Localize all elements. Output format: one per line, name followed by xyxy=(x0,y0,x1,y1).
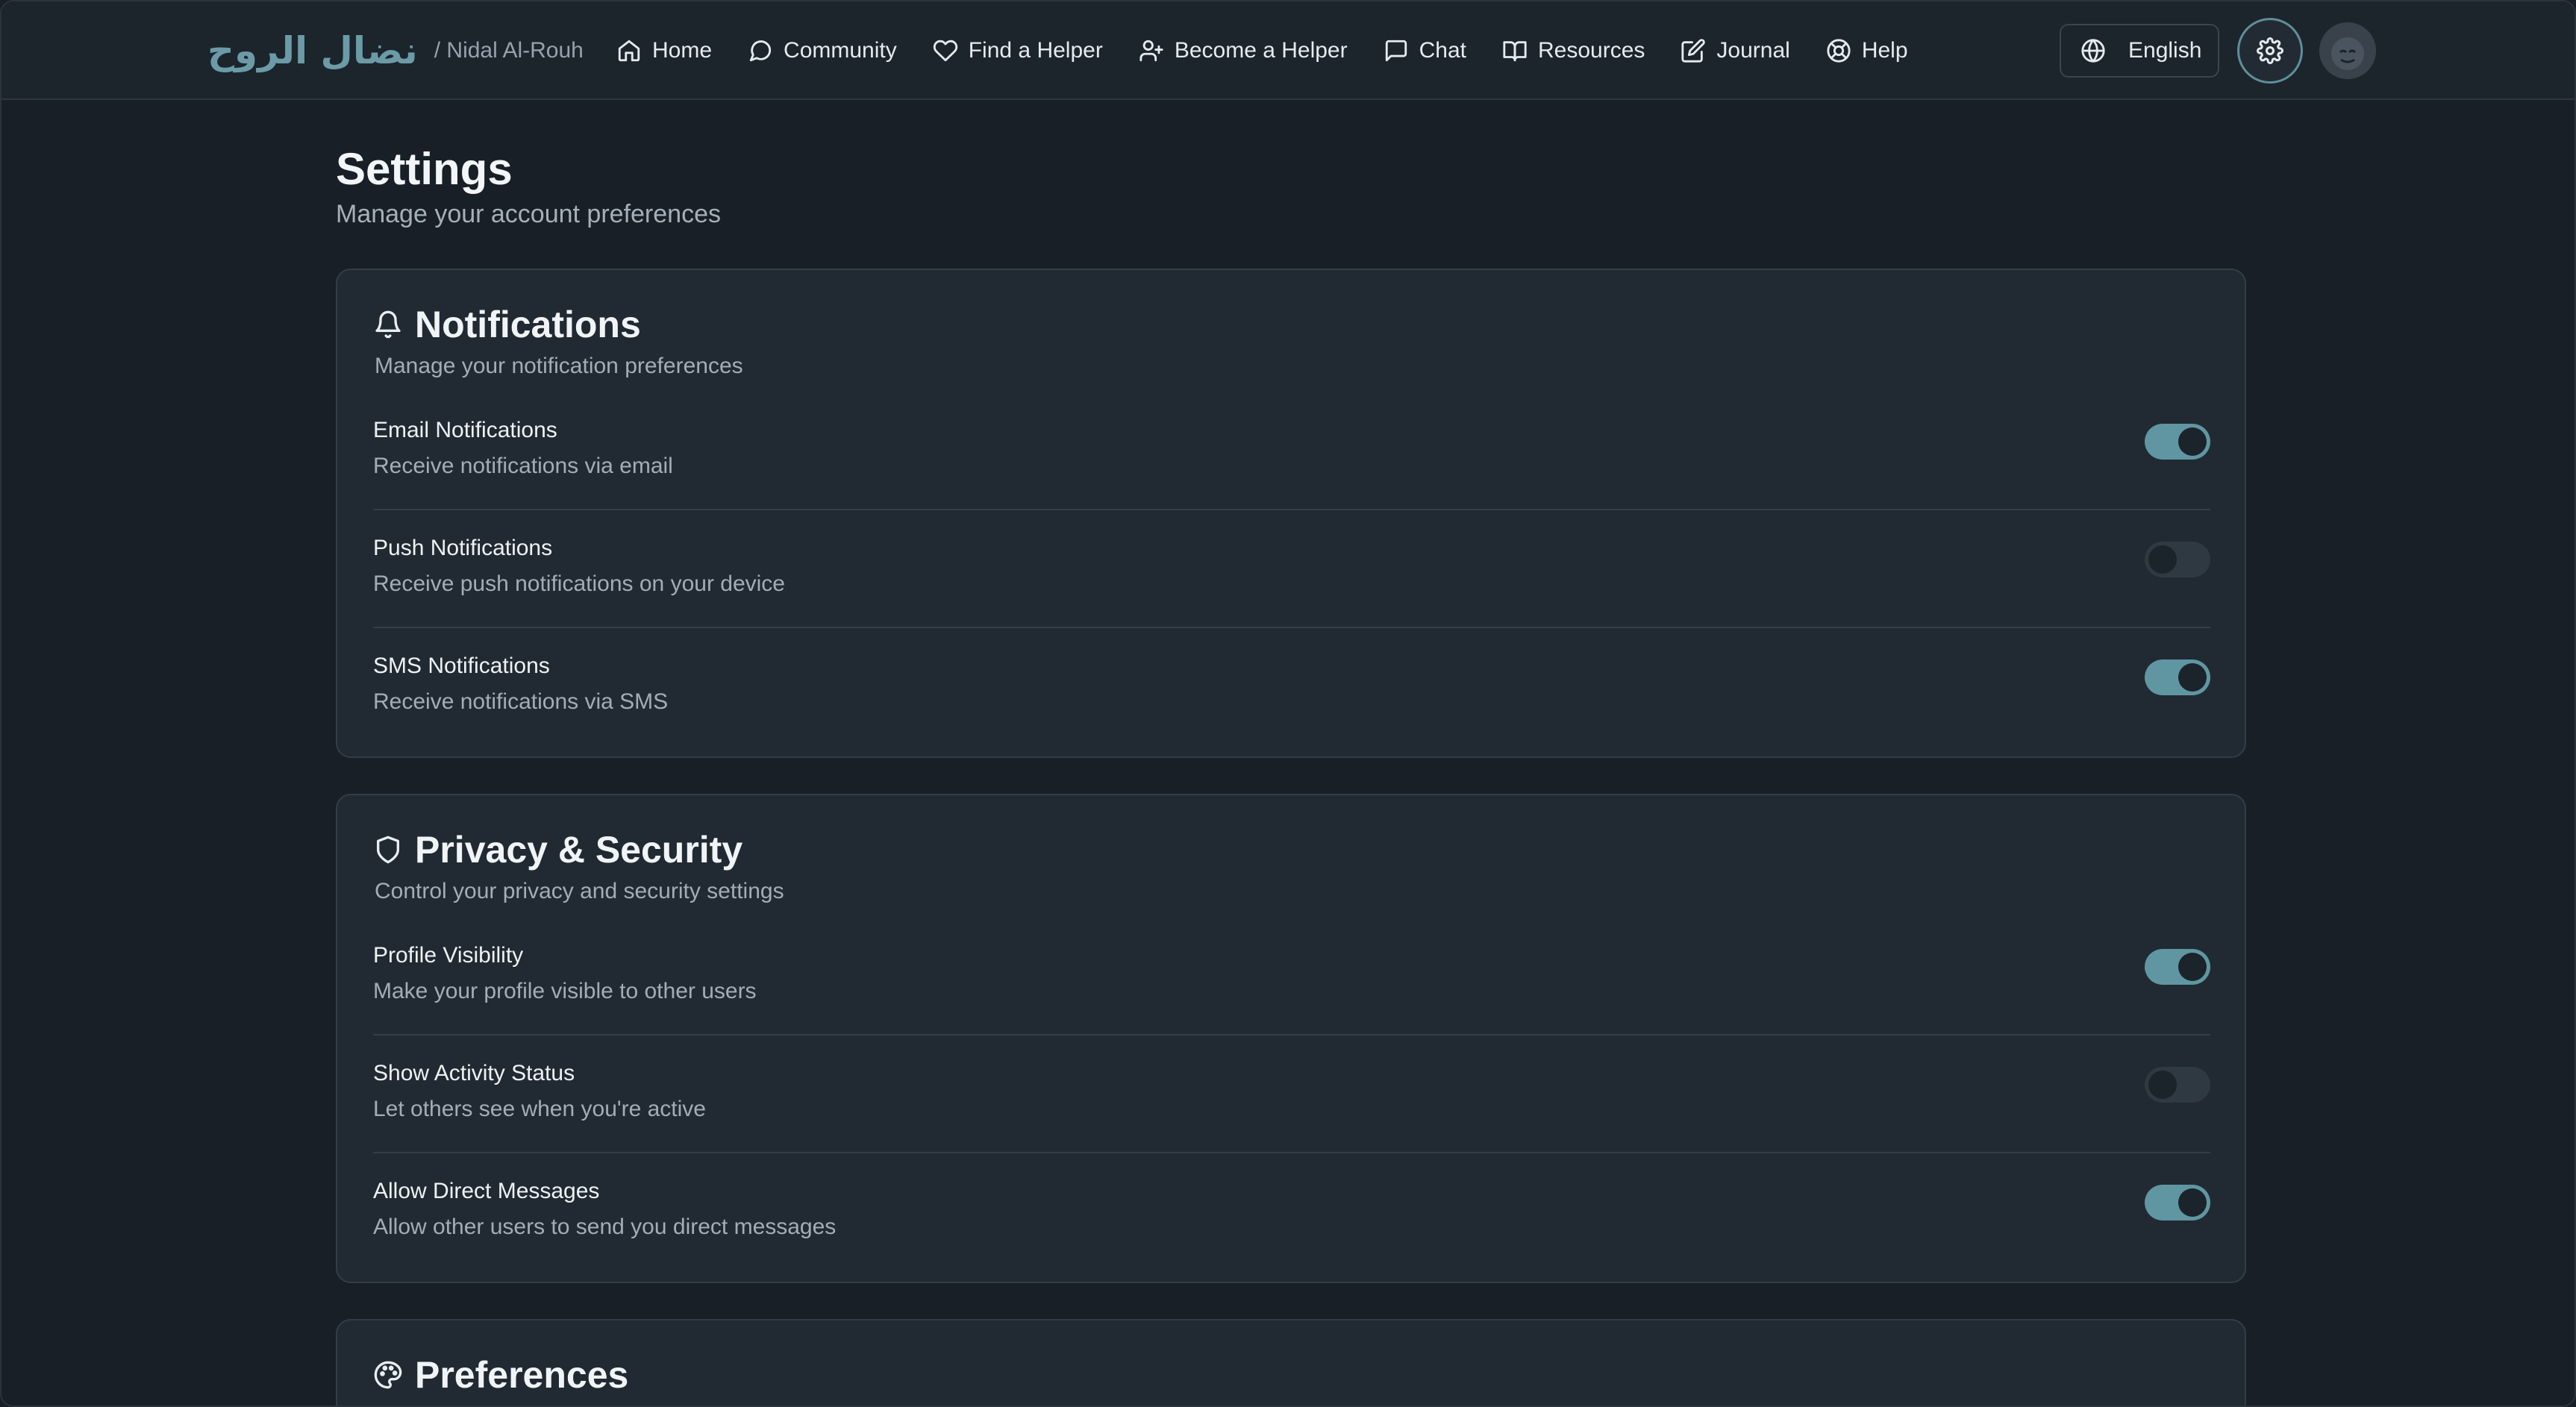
nav-become-helper[interactable]: Become a Helper xyxy=(1121,24,1366,78)
notifications-description: Manage your notification preferences xyxy=(375,354,743,378)
life-buoy-icon xyxy=(1827,39,1851,63)
avatar[interactable] xyxy=(2319,22,2376,79)
privacy-security-card: Privacy & Security Control your privacy … xyxy=(336,794,2246,1283)
setting-row-push-notifications: Push Notifications Receive push notifica… xyxy=(373,510,2210,628)
user-plus-icon xyxy=(1139,40,1163,62)
nav-become-helper-label: Become a Helper xyxy=(1174,38,1348,63)
nav-chat-label: Chat xyxy=(1419,38,1466,63)
setting-label: Allow Direct Messages xyxy=(373,1179,600,1203)
nav-find-helper-label: Find a Helper xyxy=(968,38,1103,63)
preferences-header: Preferences xyxy=(373,1353,628,1397)
setting-description: Receive notifications via email xyxy=(373,454,673,478)
setting-label: Show Activity Status xyxy=(373,1061,575,1085)
email-notifications-toggle[interactable] xyxy=(2145,424,2210,460)
notifications-card: Notifications Manage your notification p… xyxy=(336,269,2246,758)
globe-icon xyxy=(2081,39,2105,63)
setting-row-email-notifications: Email Notifications Receive notification… xyxy=(373,392,2210,510)
setting-row-direct-messages: Allow Direct Messages Allow other users … xyxy=(373,1153,2210,1271)
sms-notifications-toggle[interactable] xyxy=(2145,659,2210,695)
preferences-title: Preferences xyxy=(415,1354,629,1396)
nav-chat[interactable]: Chat xyxy=(1366,24,1484,78)
setting-description: Receive notifications via SMS xyxy=(373,689,669,714)
privacy-title: Privacy & Security xyxy=(415,829,743,871)
toggle-knob xyxy=(2178,1188,2207,1217)
nav-journal[interactable]: Journal xyxy=(1663,24,1807,78)
message-circle-icon xyxy=(749,40,772,62)
brand-arabic-name: نضال الروح xyxy=(207,29,418,72)
direct-messages-toggle[interactable] xyxy=(2145,1185,2210,1220)
profile-visibility-toggle[interactable] xyxy=(2145,949,2210,985)
nav-resources-label: Resources xyxy=(1538,38,1645,63)
setting-row-sms-notifications: SMS Notifications Receive notifications … xyxy=(373,628,2210,746)
toggle-knob xyxy=(2148,1071,2177,1099)
nav-home-label: Home xyxy=(652,38,713,63)
notifications-title: Notifications xyxy=(415,304,641,345)
language-selector[interactable]: English xyxy=(2060,24,2219,78)
top-navigation-bar: نضال الروح / Nidal Al-Rouh Home Communit… xyxy=(1,1,2575,100)
brand-latin-name: / Nidal Al-Rouh xyxy=(434,38,584,63)
user-avatar-icon xyxy=(2319,22,2376,79)
privacy-header: Privacy & Security xyxy=(373,828,743,871)
heart-icon xyxy=(933,40,957,62)
toggle-knob xyxy=(2178,427,2207,456)
gear-icon xyxy=(2257,37,2283,64)
toggle-knob xyxy=(2178,953,2207,981)
setting-description: Allow other users to send you direct mes… xyxy=(373,1215,837,1239)
app-window: نضال الروح / Nidal Al-Rouh Home Communit… xyxy=(0,0,2576,1407)
nav-find-helper[interactable]: Find a Helper xyxy=(915,24,1121,78)
page-title: Settings xyxy=(336,144,513,194)
home-icon xyxy=(618,40,640,62)
setting-description: Make your profile visible to other users xyxy=(373,979,757,1003)
preferences-card: Preferences xyxy=(336,1319,2246,1406)
nav-community[interactable]: Community xyxy=(730,24,915,78)
brand[interactable]: نضال الروح / Nidal Al-Rouh xyxy=(207,21,584,81)
nav-help-label: Help xyxy=(1861,38,1908,63)
push-notifications-toggle[interactable] xyxy=(2145,542,2210,577)
nav-journal-label: Journal xyxy=(1716,38,1790,63)
setting-label: Push Notifications xyxy=(373,536,553,560)
nav-help[interactable]: Help xyxy=(1808,24,1926,78)
bell-icon xyxy=(375,310,401,339)
nav-community-label: Community xyxy=(784,38,897,63)
settings-button[interactable] xyxy=(2237,18,2303,84)
main-nav: Home Community Find a Helper Become a He… xyxy=(598,24,1926,78)
toggle-knob xyxy=(2178,663,2207,692)
setting-description: Receive push notifications on your devic… xyxy=(373,571,785,596)
privacy-description: Control your privacy and security settin… xyxy=(375,879,784,903)
edit-icon xyxy=(1681,39,1706,63)
activity-status-toggle[interactable] xyxy=(2145,1067,2210,1103)
book-open-icon xyxy=(1503,41,1527,62)
language-label: English xyxy=(2128,38,2202,63)
page-subtitle: Manage your account preferences xyxy=(336,200,721,228)
setting-label: SMS Notifications xyxy=(373,654,550,678)
setting-row-activity-status: Show Activity Status Let others see when… xyxy=(373,1035,2210,1153)
toggle-knob xyxy=(2148,545,2177,574)
chat-square-icon xyxy=(1385,40,1407,62)
setting-description: Let others see when you're active xyxy=(373,1097,706,1121)
setting-row-profile-visibility: Profile Visibility Make your profile vis… xyxy=(373,918,2210,1035)
nav-home[interactable]: Home xyxy=(598,24,730,78)
shield-icon xyxy=(377,836,399,864)
palette-icon xyxy=(374,1361,402,1389)
setting-label: Profile Visibility xyxy=(373,943,524,968)
setting-label: Email Notifications xyxy=(373,418,557,442)
nav-resources[interactable]: Resources xyxy=(1484,24,1663,78)
notifications-header: Notifications xyxy=(373,303,641,346)
